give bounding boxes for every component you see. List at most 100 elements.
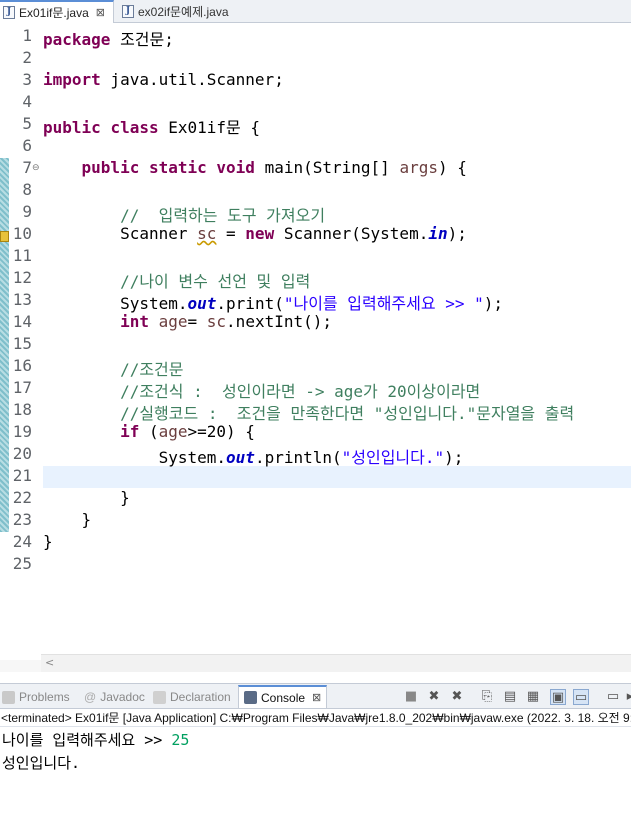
line-number: 18 xyxy=(12,400,32,419)
code-line[interactable]: //조건식 : 성인이라면 -> age가 20이상이라면 xyxy=(43,378,480,402)
line-number: 9 xyxy=(22,202,32,221)
tab-label: Ex01if문.java xyxy=(19,6,89,20)
code-line[interactable]: } xyxy=(43,532,53,551)
code-token: args xyxy=(399,158,438,177)
pin-console-icon[interactable]: ▭ xyxy=(605,689,621,705)
line-number: 25 xyxy=(12,554,32,573)
code-editor[interactable]: 1 2 3 4 5 6 7 8 9 10 11 12 13 14 15 16 17 18 19 20 21 22 23 24 2… xyxy=(0,24,631,660)
line-number: 17 xyxy=(12,378,32,397)
code-token: int xyxy=(120,312,149,331)
line-number: 13 xyxy=(12,290,32,309)
code-token: ); xyxy=(444,448,464,467)
code-line[interactable]: //나이 변수 선언 및 입력 xyxy=(43,268,310,292)
tab-ex02if-java[interactable]: J ex02if문예제.java xyxy=(118,0,229,23)
line-number: 6 xyxy=(22,136,32,155)
java-file-icon: J xyxy=(122,5,134,18)
code-line[interactable]: if (age>=20) { xyxy=(43,422,255,441)
line-number: 22 xyxy=(12,488,32,507)
tab-declaration[interactable]: Declaration xyxy=(153,688,231,706)
code-token: sc xyxy=(197,224,217,243)
tab-ex01if-java[interactable]: J Ex01if문.java ⊠ xyxy=(0,0,114,23)
code-line[interactable]: //조건문 xyxy=(43,356,184,380)
change-ruler xyxy=(0,158,9,532)
code-line[interactable]: } xyxy=(43,488,130,507)
code-line[interactable]: import java.util.Scanner; xyxy=(43,70,284,89)
line-number: 1 xyxy=(22,26,32,45)
tab-label: Console xyxy=(261,690,306,705)
show-on-stdout-icon[interactable]: ▣ xyxy=(550,689,566,705)
code-token: Ex01if문 { xyxy=(158,118,261,137)
code-token: } xyxy=(43,510,92,529)
code-line[interactable]: } xyxy=(43,510,92,529)
code-token: in xyxy=(428,224,448,243)
code-token: package xyxy=(43,30,111,49)
code-token: main(String[] xyxy=(254,158,400,177)
code-token: //조건문 xyxy=(120,360,184,379)
line-number: 8 xyxy=(22,180,32,199)
code-token: = xyxy=(187,312,207,331)
scroll-lock-icon[interactable]: ▤ xyxy=(502,689,518,705)
code-token: //조건식 : 성인이라면 -> age가 20이상이라면 xyxy=(120,382,481,401)
code-token: new xyxy=(245,224,275,243)
line-number: 10 xyxy=(12,224,32,243)
code-line[interactable]: package 조건문; xyxy=(43,26,174,50)
warning-marker-icon[interactable] xyxy=(0,231,9,242)
close-icon[interactable]: ⊠ xyxy=(96,6,105,19)
code-token: .nextInt(); xyxy=(226,312,333,331)
code-token: ); xyxy=(483,294,504,313)
line-number: 19 xyxy=(12,422,32,441)
code-token: age xyxy=(158,312,188,331)
declaration-icon xyxy=(153,690,166,704)
remove-launch-icon[interactable]: ✖ xyxy=(426,689,442,705)
word-wrap-icon[interactable]: ▦ xyxy=(525,689,541,705)
code-token: class xyxy=(110,118,159,137)
code-line[interactable]: public static void main(String[] args) { xyxy=(43,158,467,177)
code-line[interactable]: int age= sc.nextInt(); xyxy=(43,312,332,331)
remove-all-icon[interactable]: ✖ xyxy=(449,689,465,705)
line-number: 24 xyxy=(12,532,32,551)
close-icon[interactable]: ⊠ xyxy=(312,691,321,704)
line-number: 23 xyxy=(12,510,32,529)
code-token: out xyxy=(226,448,255,467)
tab-label: ex02if문예제.java xyxy=(138,5,229,19)
code-token: age xyxy=(158,422,188,441)
code-token: ) { xyxy=(437,158,467,177)
code-line[interactable]: // 입력하는 도구 가져오기 xyxy=(43,202,325,226)
tab-problems[interactable]: Problems xyxy=(2,688,70,706)
fold-collapse-icon[interactable]: ⊖ xyxy=(32,163,40,173)
code-line[interactable]: //실행코드 : 조건을 만족한다면 "성인입니다."문자열을 출력 xyxy=(43,400,574,424)
clear-console-icon[interactable]: ⎘ xyxy=(479,689,495,705)
show-on-stderr-icon[interactable]: ▭ xyxy=(573,689,589,705)
editor-tab-bar: J Ex01if문.java ⊠ J ex02if문예제.java xyxy=(0,0,631,23)
code-line[interactable]: System.out.print("나이를 입력해주세요 >> "); xyxy=(43,290,503,314)
line-number: 2 xyxy=(22,48,32,67)
console-line-output: 성인입니다. xyxy=(2,754,81,772)
scroll-left-icon[interactable]: < xyxy=(45,656,54,669)
code-token: Scanner(System. xyxy=(274,224,429,243)
code-token: 조건문; xyxy=(110,30,174,49)
display-console-icon[interactable]: ▸ xyxy=(622,689,631,705)
terminate-icon[interactable]: ■ xyxy=(403,689,419,705)
code-line[interactable]: Scanner sc = new Scanner(System.in); xyxy=(43,224,467,243)
code-line[interactable]: public class Ex01if문 { xyxy=(43,114,260,138)
code-token: //실행코드 : 조건을 만족한다면 "성인입니다."문자열을 출력 xyxy=(120,404,575,423)
code-token: public xyxy=(43,118,101,137)
horizontal-scrollbar[interactable]: < xyxy=(41,654,631,672)
code-token: = xyxy=(216,224,246,243)
code-line[interactable]: System.out.println("성인입니다."); xyxy=(43,444,464,468)
line-number: 3 xyxy=(22,70,32,89)
code-token: static xyxy=(148,158,207,177)
code-token: sc xyxy=(206,312,227,331)
tab-javadoc[interactable]: @ Javadoc xyxy=(84,688,145,706)
code-token: java.util.Scanner; xyxy=(100,70,284,89)
tab-console[interactable]: Console ⊠ xyxy=(238,685,328,709)
